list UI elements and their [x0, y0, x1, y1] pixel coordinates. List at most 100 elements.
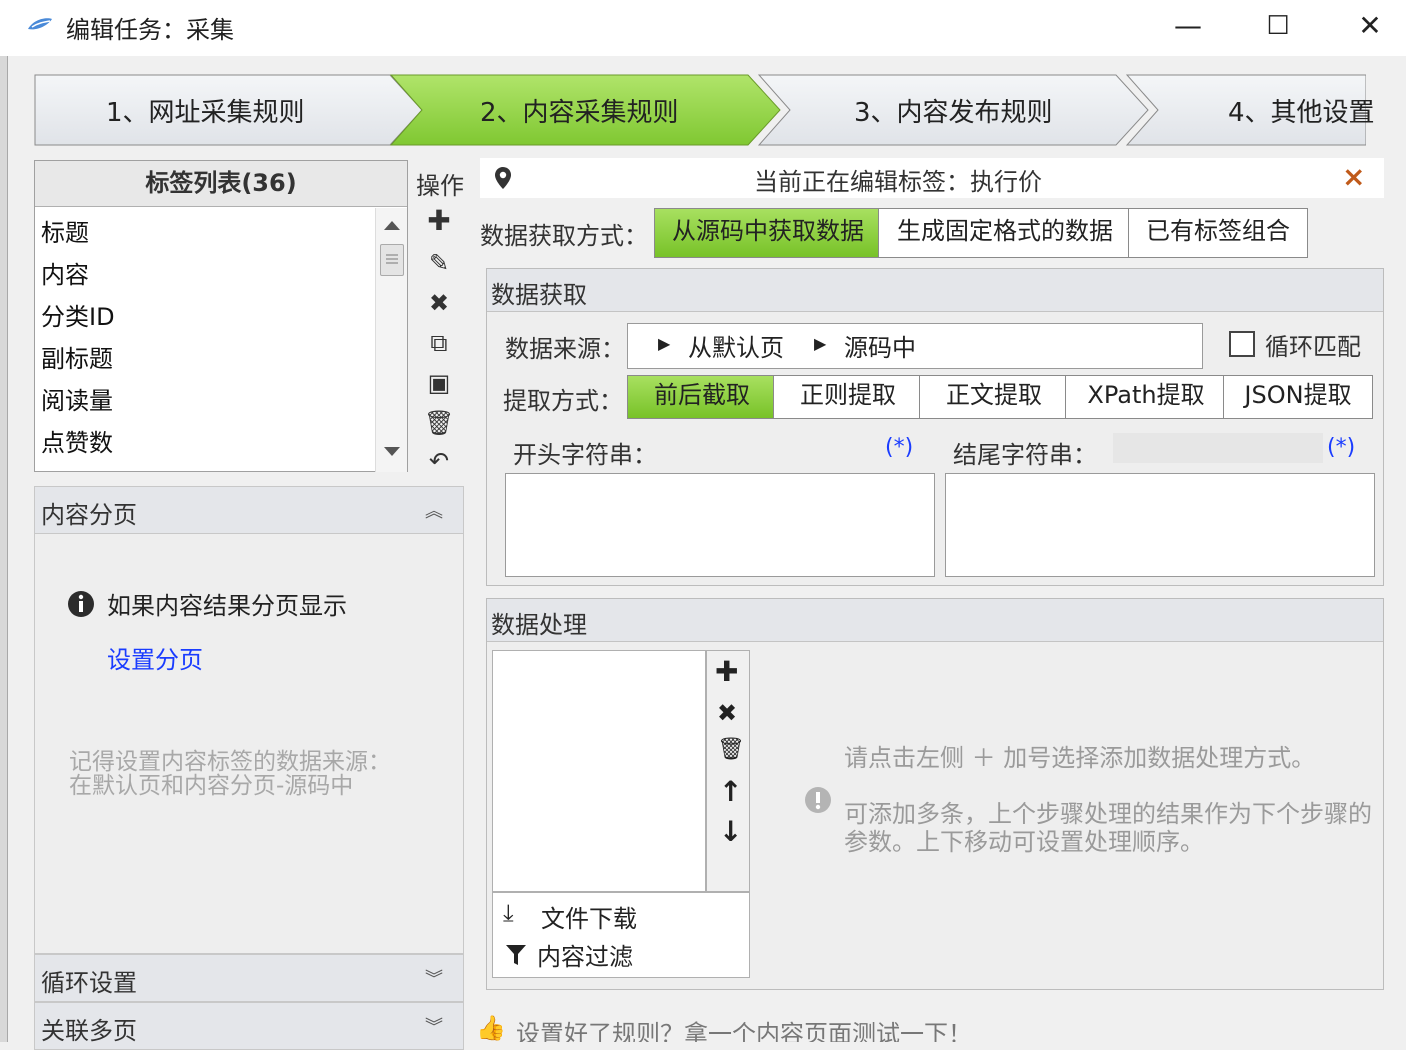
step-label: 1、网址采集规则	[106, 98, 305, 128]
method-combine-tags[interactable]: 已有标签组合	[1128, 208, 1308, 258]
process-toolbar: ✚ ✖ 🗑 ↑ ↓	[706, 650, 750, 892]
add-process-icon[interactable]: ✚	[715, 655, 738, 688]
menu-file-download[interactable]: ⤓ 文件下载	[499, 897, 739, 935]
extract-regex[interactable]: 正则提取	[773, 375, 923, 419]
undo-icon[interactable]: ↶	[424, 446, 454, 476]
paste-icon[interactable]: ▣	[424, 368, 454, 398]
copy-icon[interactable]: ⧉	[424, 328, 454, 358]
window-edge	[0, 56, 8, 1042]
extract-body[interactable]: 正文提取	[919, 375, 1069, 419]
test-hint-bar[interactable]: 👍 设置好了规则？拿一个内容页面测试一下！	[476, 1014, 1096, 1042]
step-label: 4、其他设置	[1228, 98, 1375, 128]
collapse-icon[interactable]: ︽	[425, 497, 443, 523]
paging-note-line: 记得设置内容标签的数据来源：	[69, 749, 391, 775]
method-from-source[interactable]: 从源码中获取数据	[654, 208, 882, 258]
process-list[interactable]	[492, 650, 706, 892]
process-hint-order: 可添加多条，上个步骤处理的结果作为下个步骤的 参数。上下移动可设置处理顺序。	[844, 800, 1372, 856]
content-paging-body: 如果内容结果分页显示 设置分页 记得设置内容标签的数据来源： 在默认页和内容分页…	[34, 534, 464, 954]
filter-icon	[506, 945, 526, 965]
end-wildcard-button[interactable]: (*)	[1327, 435, 1355, 460]
data-fetch-group: 数据获取 数据来源： ▶ 从默认页 ▶ 源码中 循环匹配 提取方式： 前后截取 …	[486, 268, 1384, 586]
source-label: 数据来源：	[505, 335, 625, 363]
step-publish-rules[interactable]: 3、内容发布规则	[758, 74, 1150, 146]
process-hint-add: 请点击左侧 ＋ 加号选择添加数据处理方式。	[844, 744, 1316, 772]
expand-icon[interactable]: ︾	[425, 1013, 443, 1039]
scroll-up-icon[interactable]	[382, 218, 402, 232]
arrow-right-icon: ▶	[658, 334, 671, 353]
arrow-right-icon: ▶	[814, 334, 827, 353]
download-icon: ⤓	[503, 899, 514, 927]
trash-icon[interactable]: 🗑	[424, 408, 454, 438]
warning-icon	[805, 787, 831, 813]
operations-title: 操作	[416, 172, 464, 200]
extract-json[interactable]: JSON提取	[1223, 375, 1373, 419]
editing-tag-label: 当前正在编辑标签：执行价	[754, 168, 1042, 196]
fetch-method-segment: 从源码中获取数据 生成固定格式的数据 已有标签组合	[654, 208, 1308, 258]
process-hint-line: 参数。上下移动可设置处理顺序。	[844, 828, 1204, 856]
scroll-down-icon[interactable]	[382, 444, 402, 458]
tag-list-item[interactable]: 标题	[41, 213, 89, 248]
step-other-settings[interactable]: 4、其他设置	[1126, 74, 1375, 146]
remove-process-icon[interactable]: ✖	[717, 699, 737, 727]
related-pages-header[interactable]: 关联多页 ︾	[34, 1002, 464, 1050]
expand-icon[interactable]: ︾	[425, 965, 443, 991]
delete-icon[interactable]: ✖	[424, 288, 454, 318]
loop-match-label: 循环匹配	[1265, 333, 1361, 361]
tag-list-header: 标签列表(36)	[35, 161, 407, 207]
paging-info-text: 如果内容结果分页显示	[107, 592, 347, 620]
operations-toolbar: 操作 ✚ ✎ ✖ ⧉ ▣ 🗑 ↶	[410, 160, 464, 475]
move-up-icon[interactable]: ↑	[719, 775, 742, 808]
step-label: 3、内容发布规则	[854, 98, 1053, 128]
close-editor-icon[interactable]: ×	[1342, 160, 1365, 193]
tag-list-item[interactable]: 分类ID	[41, 297, 115, 332]
menu-content-filter[interactable]: 内容过滤	[499, 937, 739, 975]
tag-list-item[interactable]: 内容	[41, 255, 89, 290]
tag-list-item[interactable]: 副标题	[41, 339, 113, 374]
start-string-label: 开头字符串：	[513, 441, 657, 469]
end-string-label: 结尾字符串：	[953, 441, 1097, 469]
paging-note-line: 在默认页和内容分页-源码中	[69, 773, 354, 799]
related-pages-title: 关联多页	[41, 1017, 137, 1045]
data-process-header: 数据处理	[487, 599, 1383, 642]
extract-label: 提取方式：	[503, 387, 623, 415]
source-selector[interactable]: ▶ 从默认页 ▶ 源码中	[627, 323, 1203, 369]
location-pin-icon	[495, 167, 511, 189]
tag-list-item[interactable]: 点赞数	[41, 423, 113, 458]
start-wildcard-button[interactable]: (*)	[885, 435, 913, 460]
minimize-button[interactable]: —	[1158, 0, 1218, 56]
source-type[interactable]: 源码中	[844, 328, 916, 363]
fetch-method-label: 数据获取方式：	[480, 222, 648, 250]
data-fetch-title: 数据获取	[491, 281, 587, 309]
method-fixed-format[interactable]: 生成固定格式的数据	[878, 208, 1132, 258]
trash-icon[interactable]: 🗑	[717, 737, 745, 762]
menu-item-label: 内容过滤	[537, 943, 633, 971]
end-string-input[interactable]	[945, 473, 1375, 577]
paging-note: 记得设置内容标签的数据来源： 在默认页和内容分页-源码中	[69, 750, 391, 798]
loop-match-checkbox[interactable]	[1229, 331, 1255, 357]
step-content-rules[interactable]: 2、内容采集规则	[390, 74, 782, 146]
extract-xpath[interactable]: XPath提取	[1065, 375, 1227, 419]
menu-item-label: 文件下载	[541, 905, 637, 933]
close-button[interactable]: ✕	[1340, 0, 1400, 56]
tag-list-item[interactable]: 阅读量	[41, 381, 113, 416]
tag-list-scrollbar[interactable]	[375, 208, 407, 472]
editing-tag-bar: 当前正在编辑标签：执行价 ×	[480, 158, 1384, 198]
start-string-input[interactable]	[505, 473, 935, 577]
scrollbar-thumb[interactable]	[380, 244, 404, 276]
data-fetch-header: 数据获取	[487, 269, 1383, 312]
loop-settings-header[interactable]: 循环设置 ︾	[34, 954, 464, 1002]
extract-before-after[interactable]: 前后截取	[627, 375, 777, 419]
maximize-button[interactable]: ☐	[1248, 0, 1308, 56]
plus-icon[interactable]: ✚	[424, 206, 454, 236]
app-logo-icon	[28, 18, 52, 30]
source-page[interactable]: 从默认页	[688, 328, 784, 363]
process-hint-line: 可添加多条，上个步骤处理的结果作为下个步骤的	[844, 800, 1372, 828]
end-string-hint-area	[1113, 433, 1323, 463]
step-label: 2、内容采集规则	[480, 98, 679, 128]
set-paging-link[interactable]: 设置分页	[107, 640, 203, 675]
edit-icon[interactable]: ✎	[424, 248, 454, 278]
step-url-rules[interactable]: 1、网址采集规则	[34, 74, 424, 146]
move-down-icon[interactable]: ↓	[719, 815, 742, 848]
content-paging-title: 内容分页	[41, 501, 137, 529]
content-paging-header[interactable]: 内容分页 ︽	[34, 486, 464, 534]
